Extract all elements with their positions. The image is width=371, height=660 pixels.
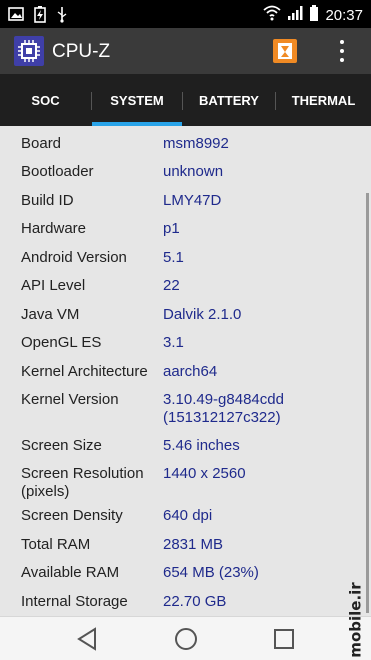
recents-icon[interactable] [273,628,295,655]
tab-battery[interactable]: BATTERY [183,74,275,126]
info-row-value: msm8992 [163,135,229,152]
app-title: CPU-Z [52,41,111,62]
info-row-value: 1440 x 2560 [163,465,246,482]
info-row-value: unknown [163,163,224,180]
wifi-icon [263,5,282,26]
info-row-value: aarch64 [163,363,218,380]
info-row-label: OpenGL ES [21,334,102,351]
info-row-value: 3.1 [163,334,184,351]
info-row-label: Android Version [21,249,127,266]
usb-icon [56,5,68,28]
info-row-value: Dalvik 2.1.0 [163,306,242,323]
tab-thermal[interactable]: THERMAL [276,74,371,126]
info-row-value: 640 dpi [163,507,213,524]
navigation-bar [0,616,371,660]
status-right-icons: 20:37 [263,4,363,27]
back-icon[interactable] [76,627,98,656]
benchmark-button[interactable] [273,39,297,63]
status-bar: 20:37 [0,0,371,28]
info-row-value: 22 [163,277,180,294]
image-icon [8,6,24,27]
info-row-label: Bootloader [21,163,94,180]
overflow-menu-icon[interactable] [336,39,348,63]
tab-system[interactable]: SYSTEM [92,74,182,126]
status-time: 20:37 [325,7,363,24]
info-row-value: 654 MB (23%) [163,564,259,581]
info-row-label: Build ID [21,192,74,209]
cpu-chip-icon [14,36,44,66]
home-icon[interactable] [174,627,198,656]
status-left-icons [8,5,68,28]
info-row-value: p1 [163,220,180,237]
info-row-label: Kernel Version [21,391,119,408]
info-row-label: Internal Storage [21,593,128,610]
info-row-label: Total RAM [21,536,91,553]
info-row-label: Board [21,135,62,152]
info-row-value: 2831 MB [163,536,224,553]
info-row-label: API Level [21,277,86,294]
tab-bar: SOC SYSTEM BATTERY THERMAL [0,74,371,126]
info-row-label: Screen Resolution (pixels) [21,465,144,500]
info-row-value: LMY47D [163,192,222,209]
info-row-label: Screen Size [21,437,102,454]
scrollbar[interactable] [366,193,369,613]
battery-charging-icon [34,5,46,28]
info-row-value: 5.1 [163,249,184,266]
info-row-label: Screen Density [21,507,123,524]
benchmark-icon [278,43,292,59]
info-row-label: Available RAM [21,564,120,581]
battery-icon [309,4,319,27]
signal-icon [287,5,303,26]
info-row-value: 3.10.49-g8484cdd (151312127c322) [163,391,284,426]
info-row-label: Java VM [21,306,80,323]
tab-soc[interactable]: SOC [0,74,91,126]
watermark: mobile.ir [347,582,365,658]
info-row-label: Hardware [21,220,87,237]
info-row-label: Kernel Architecture [21,363,148,380]
info-row-value: 22.70 GB [163,593,227,610]
info-row-value: 5.46 inches [163,437,240,454]
app-bar: CPU-Z [0,28,371,74]
system-info-list[interactable]: Board msm8992 Bootloader unknown Build ID LMY… [0,126,371,616]
